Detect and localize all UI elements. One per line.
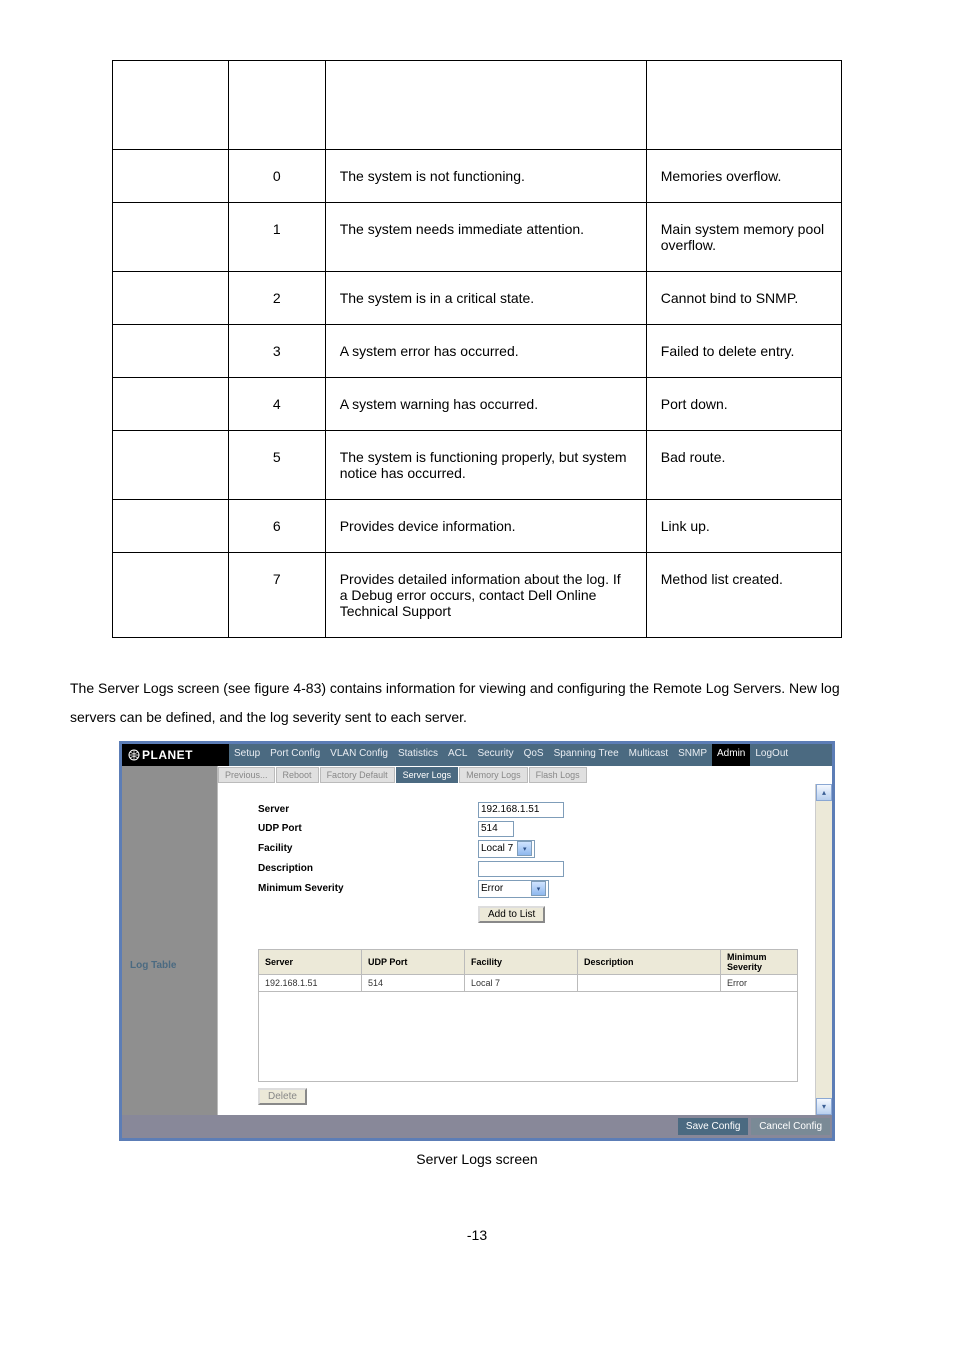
menu-statistics[interactable]: Statistics <box>393 744 443 766</box>
sev-example: Port down. <box>646 378 841 431</box>
sub-flash-logs[interactable]: Flash Logs <box>529 767 587 783</box>
menu-port-config[interactable]: Port Config <box>265 744 325 766</box>
description-input[interactable] <box>478 861 564 877</box>
log-table: Server UDP Port Facility Description Min… <box>258 949 798 992</box>
sev-example: Cannot bind to SNMP. <box>646 272 841 325</box>
intro-paragraph: The Server Logs screen (see figure 4-83)… <box>70 674 884 733</box>
menu-qos[interactable]: QoS <box>519 744 549 766</box>
sev-example: Memories overflow. <box>646 150 841 203</box>
add-to-list-button[interactable]: Add to List <box>478 906 545 923</box>
col-description: Description <box>578 949 721 974</box>
sev-example: Method list created. <box>646 553 841 638</box>
min-sev-label: Minimum Severity <box>258 883 478 894</box>
sev-example: Link up. <box>646 500 841 553</box>
sev-example: Failed to delete entry. <box>646 325 841 378</box>
cell-desc <box>578 974 721 991</box>
min-sev-value: Error <box>481 883 527 894</box>
save-config-button[interactable]: Save Config <box>678 1118 748 1135</box>
sev-desc: A system warning has occurred. <box>325 378 646 431</box>
sev-level: 5 <box>228 431 325 500</box>
page-number: -13 <box>70 1227 884 1243</box>
cancel-config-button[interactable]: Cancel Config <box>751 1118 830 1135</box>
table-row[interactable]: 192.168.1.51 514 Local 7 Error <box>259 974 798 991</box>
menu-vlan-config[interactable]: VLAN Config <box>325 744 393 766</box>
cell-min: Error <box>721 974 798 991</box>
sub-reboot[interactable]: Reboot <box>276 767 319 783</box>
chevron-down-icon: ▾ <box>517 841 532 856</box>
sev-desc: The system needs immediate attention. <box>325 203 646 272</box>
sev-desc: A system error has occurred. <box>325 325 646 378</box>
sev-level: 3 <box>228 325 325 378</box>
menu-setup[interactable]: Setup <box>229 744 265 766</box>
menu-acl[interactable]: ACL <box>443 744 472 766</box>
sev-desc: The system is not functioning. <box>325 150 646 203</box>
col-server: Server <box>259 949 362 974</box>
brand-logo: PLANET <box>122 744 229 766</box>
log-table-heading: Log Table <box>122 784 217 971</box>
facility-label: Facility <box>258 843 478 854</box>
cell-server: 192.168.1.51 <box>259 974 362 991</box>
sev-level: 2 <box>228 272 325 325</box>
severity-table: 0 The system is not functioning. Memorie… <box>112 60 842 638</box>
sev-desc: Provides device information. <box>325 500 646 553</box>
sub-factory-default[interactable]: Factory Default <box>320 767 395 783</box>
facility-value: Local 7 <box>481 843 513 854</box>
chevron-down-icon: ▾ <box>531 881 546 896</box>
min-sev-select[interactable]: Error ▾ <box>478 880 549 898</box>
menu-snmp[interactable]: SNMP <box>673 744 712 766</box>
udp-label: UDP Port <box>258 823 478 834</box>
server-input[interactable] <box>478 802 564 818</box>
menu-multicast[interactable]: Multicast <box>624 744 673 766</box>
sev-desc: Provides detailed information about the … <box>325 553 646 638</box>
server-label: Server <box>258 804 478 815</box>
sev-example: Main system memory pool overflow. <box>646 203 841 272</box>
sub-memory-logs[interactable]: Memory Logs <box>459 767 528 783</box>
menu-security[interactable]: Security <box>472 744 518 766</box>
main-menu: Setup Port Config VLAN Config Statistics… <box>229 744 832 766</box>
sev-level: 6 <box>228 500 325 553</box>
globe-icon <box>128 749 140 761</box>
sev-level: 4 <box>228 378 325 431</box>
sev-level: 1 <box>228 203 325 272</box>
sev-example: Bad route. <box>646 431 841 500</box>
col-udp: UDP Port <box>362 949 465 974</box>
sev-level: 0 <box>228 150 325 203</box>
footer-bar: Save Config Cancel Config <box>122 1115 832 1138</box>
scrollbar[interactable]: ▴ ▾ <box>815 784 832 1115</box>
brand-text: PLANET <box>142 748 193 762</box>
figure-caption: Server Logs screen <box>70 1151 884 1167</box>
udp-input[interactable] <box>478 821 514 837</box>
sub-previous[interactable]: Previous... <box>218 767 275 783</box>
server-logs-screenshot: PLANET Setup Port Config VLAN Config Sta… <box>119 741 835 1141</box>
sev-desc: The system is functioning properly, but … <box>325 431 646 500</box>
description-label: Description <box>258 863 478 874</box>
col-facility: Facility <box>465 949 578 974</box>
facility-select[interactable]: Local 7 ▾ <box>478 840 535 858</box>
cell-facility: Local 7 <box>465 974 578 991</box>
menu-logout[interactable]: LogOut <box>750 744 793 766</box>
scroll-up-icon[interactable]: ▴ <box>816 784 832 801</box>
cell-udp: 514 <box>362 974 465 991</box>
sev-desc: The system is in a critical state. <box>325 272 646 325</box>
menu-spanning-tree[interactable]: Spanning Tree <box>549 744 624 766</box>
sub-server-logs[interactable]: Server Logs <box>396 767 459 783</box>
menu-admin[interactable]: Admin <box>712 744 750 766</box>
col-min-sev: Minimum Severity <box>721 949 798 974</box>
scroll-down-icon[interactable]: ▾ <box>816 1098 832 1115</box>
sev-level: 7 <box>228 553 325 638</box>
delete-button[interactable]: Delete <box>258 1088 307 1105</box>
